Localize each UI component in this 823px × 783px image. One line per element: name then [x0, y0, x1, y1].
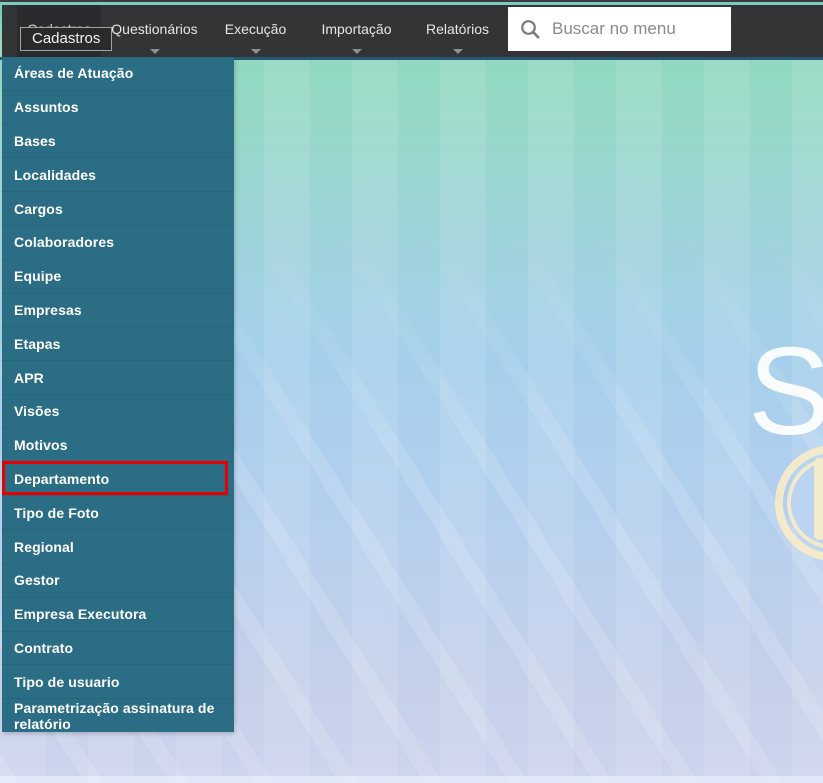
- logo-letter-fragment: [814, 458, 823, 540]
- menu-item-label: Motivos: [14, 437, 68, 454]
- menu-item-label: Colaboradores: [14, 234, 115, 251]
- nav-item[interactable]: Questionários: [104, 5, 205, 57]
- menu-item-label: Etapas: [14, 335, 61, 352]
- menu-item-label: Empresa Executora: [14, 606, 147, 623]
- menu-item[interactable]: Localidades: [2, 157, 234, 191]
- watermark-letter: S: [748, 323, 823, 461]
- menu-item[interactable]: APR: [2, 360, 234, 394]
- nav-item-label: Relatórios: [425, 21, 490, 37]
- menu-item-label: Departamento: [14, 470, 110, 487]
- menu-item-label: Tipo de usuario: [14, 673, 120, 690]
- menu-item-label: Tipo de Foto: [14, 504, 99, 521]
- nav-item-label: Questionários: [111, 21, 198, 37]
- menu-item[interactable]: Áreas de Atuação: [2, 57, 234, 90]
- menu-item-label: Equipe: [14, 268, 62, 285]
- menu-item[interactable]: Colaboradores: [2, 224, 234, 259]
- menu-item[interactable]: Etapas: [2, 326, 234, 360]
- nav-item[interactable]: Importação: [306, 5, 407, 57]
- menu-item[interactable]: Motivos: [2, 427, 234, 462]
- menu-item-label: Parametrização assinatura de relatório: [14, 699, 215, 732]
- accent-line: [0, 2, 823, 5]
- nav-item[interactable]: Execução: [205, 5, 306, 57]
- menu-item-label: Bases: [14, 132, 56, 149]
- menu-item[interactable]: Assuntos: [2, 89, 234, 124]
- menu-item-label: Empresas: [14, 301, 82, 318]
- nav-item[interactable]: Relatórios: [407, 5, 508, 57]
- menu-item[interactable]: Tipo de Foto: [2, 495, 234, 529]
- menu-item[interactable]: Empresas: [2, 292, 234, 327]
- search-icon: [521, 20, 540, 39]
- chevron-down-icon: [250, 49, 261, 54]
- menu-item-label: Assuntos: [14, 99, 79, 116]
- bottom-light-band: [0, 776, 823, 783]
- menu-item[interactable]: Bases: [2, 123, 234, 158]
- menu-item[interactable]: Equipe: [2, 258, 234, 293]
- menu-item-label: Contrato: [14, 639, 74, 656]
- menu-item[interactable]: Cargos: [2, 191, 234, 225]
- menu-item-label: Cargos: [14, 200, 63, 217]
- menu-item[interactable]: Departamento: [2, 460, 234, 496]
- menu-item-label: Regional: [14, 538, 74, 555]
- menu-item-label: Gestor: [14, 572, 60, 589]
- menu-item[interactable]: Visões: [2, 393, 234, 428]
- cadastros-tooltip: Cadastros: [20, 27, 113, 51]
- menu-item[interactable]: Contrato: [2, 630, 234, 665]
- menu-item-label: Localidades: [14, 166, 97, 183]
- menu-search-box: [508, 7, 731, 51]
- menu-item-label: APR: [14, 369, 44, 386]
- chevron-down-icon: [351, 49, 362, 54]
- menu-item-label: Áreas de Atuação: [14, 65, 134, 82]
- nav-item-label: Execução: [224, 21, 287, 37]
- nav-menu-row: Questionários Execução Importação Relató…: [104, 5, 508, 57]
- menu-item[interactable]: Tipo de usuario: [2, 664, 234, 698]
- menu-item[interactable]: Empresa Executora: [2, 596, 234, 631]
- menu-item[interactable]: Regional: [2, 529, 234, 563]
- menu-item[interactable]: Parametrização assinatura de relatório: [2, 698, 234, 732]
- search-input[interactable]: [552, 19, 722, 39]
- cadastros-dropdown-menu: Áreas de Atuação Assuntos Bases Localida…: [2, 57, 234, 732]
- chevron-down-icon: [149, 49, 160, 54]
- top-navbar: Cadastros Questionários Execução Importa…: [2, 5, 823, 57]
- nav-item-label: Importação: [321, 21, 392, 37]
- menu-item-label: Visões: [14, 403, 60, 420]
- menu-item[interactable]: Gestor: [2, 562, 234, 597]
- chevron-down-icon: [452, 49, 463, 54]
